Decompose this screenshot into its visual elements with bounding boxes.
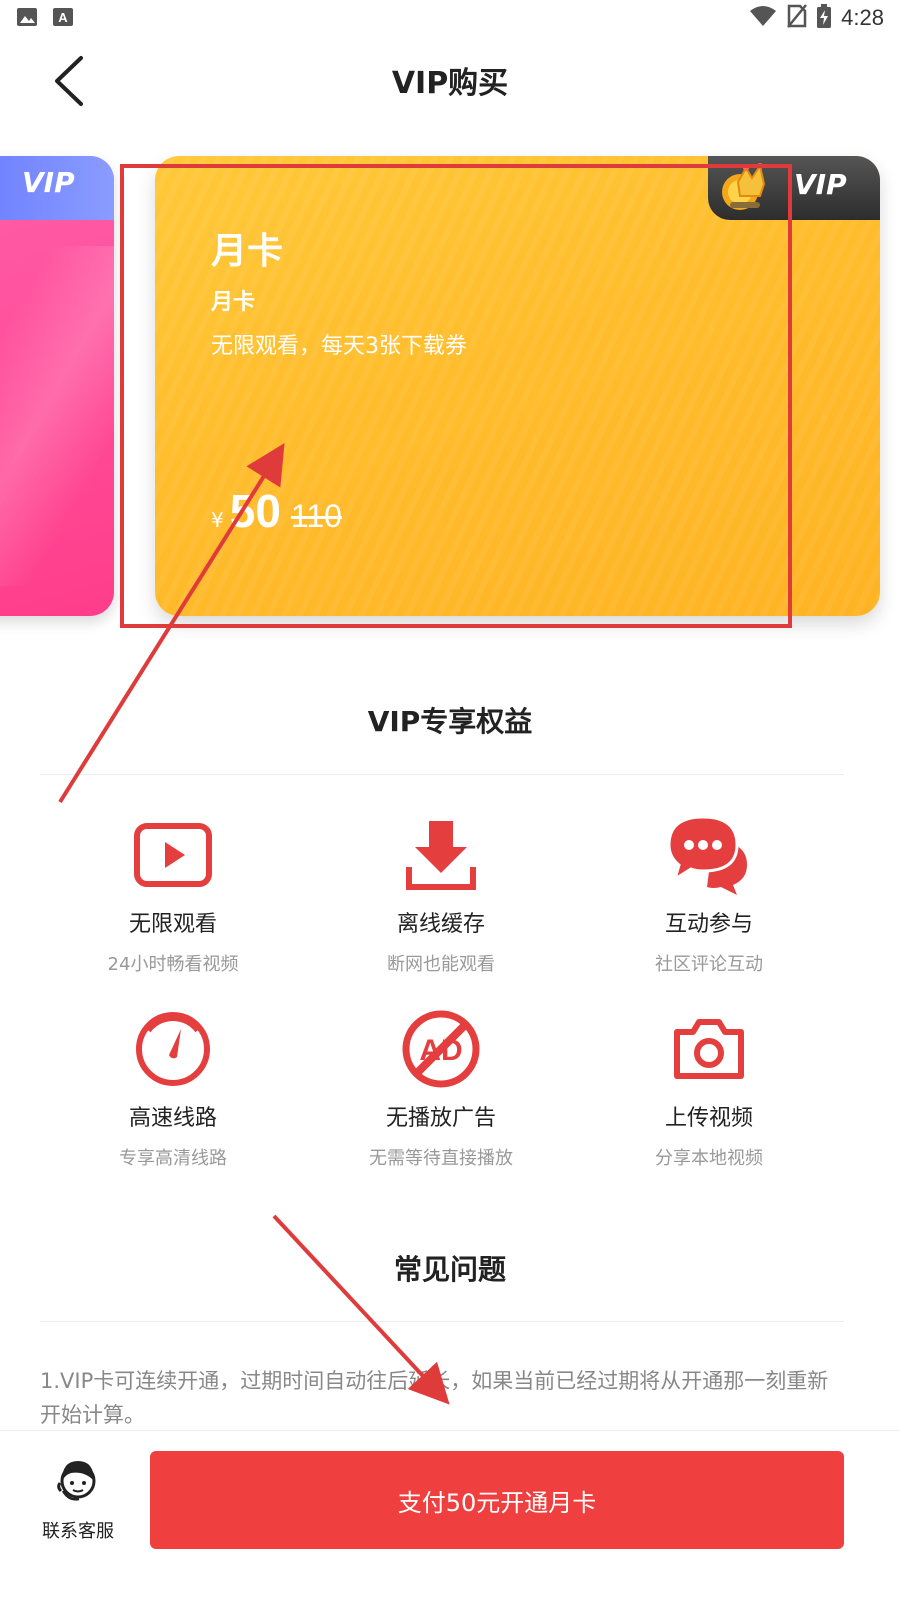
previous-plan-card[interactable]: VIP: [0, 156, 114, 616]
benefit-subtitle: 分享本地视频: [655, 1148, 763, 1169]
benefit-subtitle: 24小时畅看视频: [107, 954, 239, 975]
play-icon: [130, 812, 216, 898]
benefit-interaction: 互动参与 社区评论互动: [569, 812, 849, 976]
header: VIP购买: [0, 36, 900, 126]
benefit-title: 离线缓存: [396, 912, 485, 937]
download-icon: [398, 812, 484, 898]
benefit-upload-video: 上传视频 分享本地视频: [569, 1006, 849, 1170]
vip-tag: VIP: [22, 166, 75, 199]
benefit-subtitle: 专享高清线路: [119, 1148, 227, 1169]
benefit-title: 无限观看: [128, 912, 217, 937]
annotation-highlight-box: [120, 164, 792, 628]
benefit-subtitle: 社区评论互动: [655, 954, 763, 975]
benefits-title: VIP专享权益: [367, 705, 533, 738]
no-sim-icon: [787, 4, 808, 32]
vip-badge-text: VIP: [794, 168, 847, 201]
no-ad-icon: AD: [398, 1006, 484, 1092]
camera-icon: [666, 1006, 752, 1092]
bottom-bar: 联系客服 支付50元开通月卡: [0, 1430, 900, 1600]
customer-service-button[interactable]: 联系客服: [28, 1457, 128, 1543]
pay-button[interactable]: 支付50元开通月卡: [150, 1451, 844, 1549]
svg-text:A: A: [58, 10, 68, 25]
gallery-notification-icon: [16, 6, 38, 32]
customer-service-icon: [57, 1461, 96, 1501]
benefit-title: 上传视频: [664, 1106, 753, 1131]
page-title: VIP购买: [391, 66, 509, 101]
divider: [40, 774, 844, 775]
benefit-unlimited-viewing: 无限观看 24小时畅看视频: [33, 812, 313, 976]
benefit-subtitle: 断网也能观看: [387, 954, 495, 975]
font-notification-icon: A: [52, 6, 74, 32]
benefit-no-ads: AD 无播放广告 无需等待直接播放: [301, 1006, 581, 1170]
status-time: 4:28: [841, 5, 884, 30]
divider: [40, 1321, 844, 1322]
benefit-title: 高速线路: [128, 1106, 217, 1131]
chat-icon: [666, 812, 752, 898]
benefit-title: 互动参与: [664, 912, 753, 937]
benefit-high-speed: 高速线路 专享高清线路: [33, 1006, 313, 1170]
status-bar: A 4:28: [0, 0, 900, 36]
benefit-title: 无播放广告: [385, 1106, 496, 1131]
customer-service-label: 联系客服: [42, 1521, 114, 1542]
wifi-icon: [749, 5, 777, 31]
card-sheen: [0, 246, 114, 586]
faq-item: 1.VIP卡可连续开通，过期时间自动往后延长，如果当前已经过期将从开通那一刻重新…: [40, 1369, 829, 1427]
benefit-subtitle: 无需等待直接播放: [369, 1148, 513, 1169]
speedometer-icon: [130, 1006, 216, 1092]
benefit-offline-cache: 离线缓存 断网也能观看: [301, 812, 581, 976]
battery-charging-icon: [817, 4, 832, 32]
faq-title: 常见问题: [393, 1253, 506, 1286]
